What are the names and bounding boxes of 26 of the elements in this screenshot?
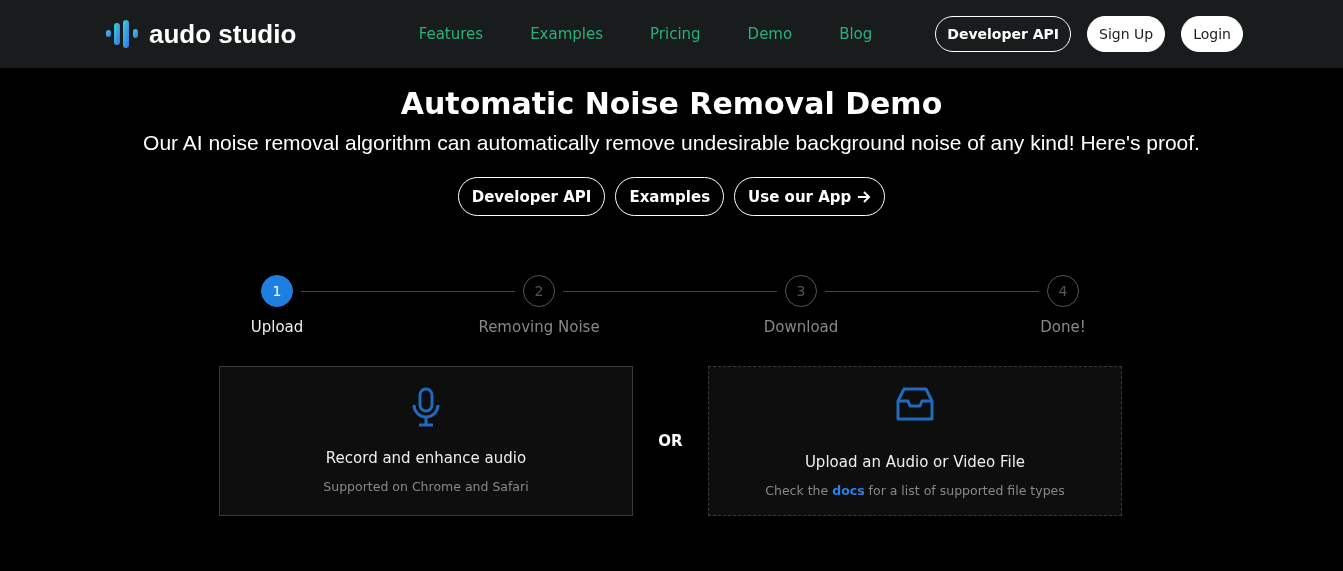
page-title: Automatic Noise Removal Demo [400, 86, 943, 121]
nav-link[interactable]: Features [418, 25, 484, 43]
step-number: 1 [261, 275, 293, 307]
header-button[interactable]: Login [1181, 16, 1243, 52]
brand-name: audo studio [149, 18, 297, 50]
card-hint: Check the [765, 483, 829, 498]
card-title: Record and enhance audio [325, 449, 527, 467]
docs-link[interactable]: docs [832, 483, 865, 498]
page-subtitle: Our AI noise removal algorithm can automatically remove undesirable background noise of any kind! Here's proof. [143, 131, 1200, 155]
step-label: Removing Noise [478, 318, 600, 336]
card-hint: Supported on Chrome and Safari [323, 479, 529, 494]
nav-link[interactable]: Examples [530, 25, 603, 43]
nav-link[interactable]: Pricing [650, 25, 701, 43]
record-card[interactable]: Record and enhance audio Supported on Chrome and Safari [219, 366, 633, 516]
nav-link[interactable]: Demo [747, 25, 793, 43]
card-title: Upload an Audio or Video File [804, 453, 1026, 471]
step-label: Done! [1040, 318, 1086, 336]
step-label: Download [763, 318, 839, 336]
or-separator: OR [657, 432, 684, 450]
upload-dropzone[interactable]: Upload an Audio or Video File Check the docs for a list of supported file types [708, 366, 1122, 516]
step-label: Upload [250, 318, 304, 336]
card-hint: for a list of supported file types [868, 483, 1065, 498]
inbox-icon [896, 387, 934, 423]
microphone-icon [411, 387, 441, 427]
header-button[interactable]: Sign Up [1087, 16, 1166, 52]
nav-link[interactable]: Blog [839, 25, 873, 43]
